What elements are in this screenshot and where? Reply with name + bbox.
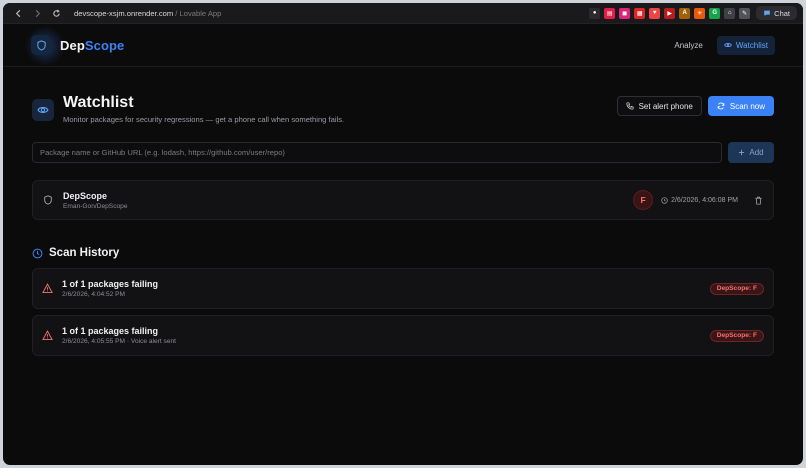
scan-title: 1 of 1 packages failing [62, 279, 159, 289]
history-clock-icon [32, 248, 43, 258]
package-repo: Eman-Gon/DepScope [63, 202, 128, 210]
ext-square-icon[interactable]: ◼ [619, 7, 631, 19]
nav-watchlist[interactable]: Watchlist [716, 35, 775, 55]
scan-history-item[interactable]: 1 of 1 packages failing 2/6/2026, 4:05:5… [32, 315, 774, 356]
page-subtitle: Monitor packages for security regression… [63, 115, 345, 124]
refresh-icon [717, 102, 725, 110]
ext-dot-icon[interactable]: ● [589, 7, 601, 19]
url-site-name: Lovable App [179, 8, 222, 18]
watchlist-eye-icon [32, 99, 54, 121]
add-label: Add [749, 148, 764, 157]
package-name: DepScope [63, 190, 108, 201]
chat-bubble-icon [764, 10, 770, 17]
eye-icon [724, 43, 732, 47]
warning-icon [42, 330, 53, 340]
nav-watchlist-label: Watchlist [735, 40, 768, 50]
ext-grid-icon[interactable]: ▦ [634, 7, 646, 19]
back-icon[interactable] [11, 6, 25, 20]
address-bar[interactable]: devscope-xsjm.onrender.com / Lovable App [74, 9, 221, 18]
chat-button[interactable]: Chat [756, 6, 797, 20]
phone-icon [626, 102, 634, 110]
scan-meta: 2/6/2026, 4:04:52 PM [62, 291, 126, 298]
top-nav: Analyze Watchlist [668, 35, 775, 55]
page-title: Watchlist [63, 94, 134, 111]
scan-history-title: Scan History [49, 247, 120, 259]
scan-history-item[interactable]: 1 of 1 packages failing 2/6/2026, 4:04:5… [32, 268, 774, 309]
chat-label: Chat [774, 8, 790, 18]
app-header: DepScope Analyze Watchlist [3, 24, 803, 67]
nav-analyze[interactable]: Analyze [668, 37, 708, 54]
ext-pdf-icon[interactable]: ▤ [604, 7, 616, 19]
clock-icon [661, 196, 668, 204]
trash-icon[interactable] [754, 196, 763, 205]
forward-icon[interactable] [30, 6, 44, 20]
plus-icon [739, 149, 745, 156]
shield-logo-icon[interactable] [31, 35, 51, 55]
page-header: Watchlist Monitor packages for security … [32, 94, 774, 124]
brand-name[interactable]: DepScope [60, 38, 124, 53]
ext-pen-icon[interactable]: ✎ [739, 7, 751, 19]
header-actions: Set alert phone Scan now [616, 96, 774, 116]
ext-home-icon[interactable]: ⌂ [724, 7, 736, 19]
ext-star-icon[interactable]: ✳ [694, 7, 706, 19]
ext-play-icon[interactable]: ▶ [664, 7, 676, 19]
scan-meta: 2/6/2026, 4:05:55 PM · Voice alert sent [62, 338, 176, 345]
ext-heart-icon[interactable]: ♥ [649, 7, 661, 19]
package-input[interactable] [32, 142, 722, 163]
ext-a-icon[interactable]: A [679, 7, 691, 19]
ext-g-icon[interactable]: G [709, 7, 721, 19]
failure-badge: DepScope: F [709, 329, 764, 342]
scan-now-button[interactable]: Scan now [707, 96, 774, 116]
main-content: Watchlist Monitor packages for security … [3, 94, 803, 356]
add-button[interactable]: Add [728, 142, 774, 163]
set-alert-phone-label: Set alert phone [638, 101, 693, 111]
scan-history-header: Scan History [32, 247, 774, 259]
scan-title: 1 of 1 packages failing [62, 326, 159, 336]
grade-badge: F [633, 190, 654, 210]
package-shield-icon [44, 195, 52, 205]
warning-icon [42, 283, 53, 293]
url-domain: devscope-xsjm.onrender.com [74, 8, 174, 18]
add-package-row: Add [32, 142, 774, 163]
scan-now-label: Scan now [729, 101, 765, 111]
last-scan-time: 2/6/2026, 4:06:08 PM [661, 197, 738, 204]
last-scan-time-text: 2/6/2026, 4:06:08 PM [671, 196, 738, 204]
extension-bar: ● ▤ ◼ ▦ ♥ ▶ A ✳ G ⌂ ✎ [589, 7, 751, 19]
browser-toolbar: devscope-xsjm.onrender.com / Lovable App… [3, 3, 803, 24]
browser-window: devscope-xsjm.onrender.com / Lovable App… [3, 3, 803, 465]
reload-icon[interactable] [49, 6, 63, 20]
failure-badge: DepScope: F [709, 282, 764, 295]
brand-part-scope: Scope [84, 37, 125, 53]
set-alert-phone-button[interactable]: Set alert phone [616, 96, 702, 116]
watchlist-item[interactable]: DepScope Eman-Gon/DepScope F 2/6/2026, 4… [32, 180, 774, 220]
